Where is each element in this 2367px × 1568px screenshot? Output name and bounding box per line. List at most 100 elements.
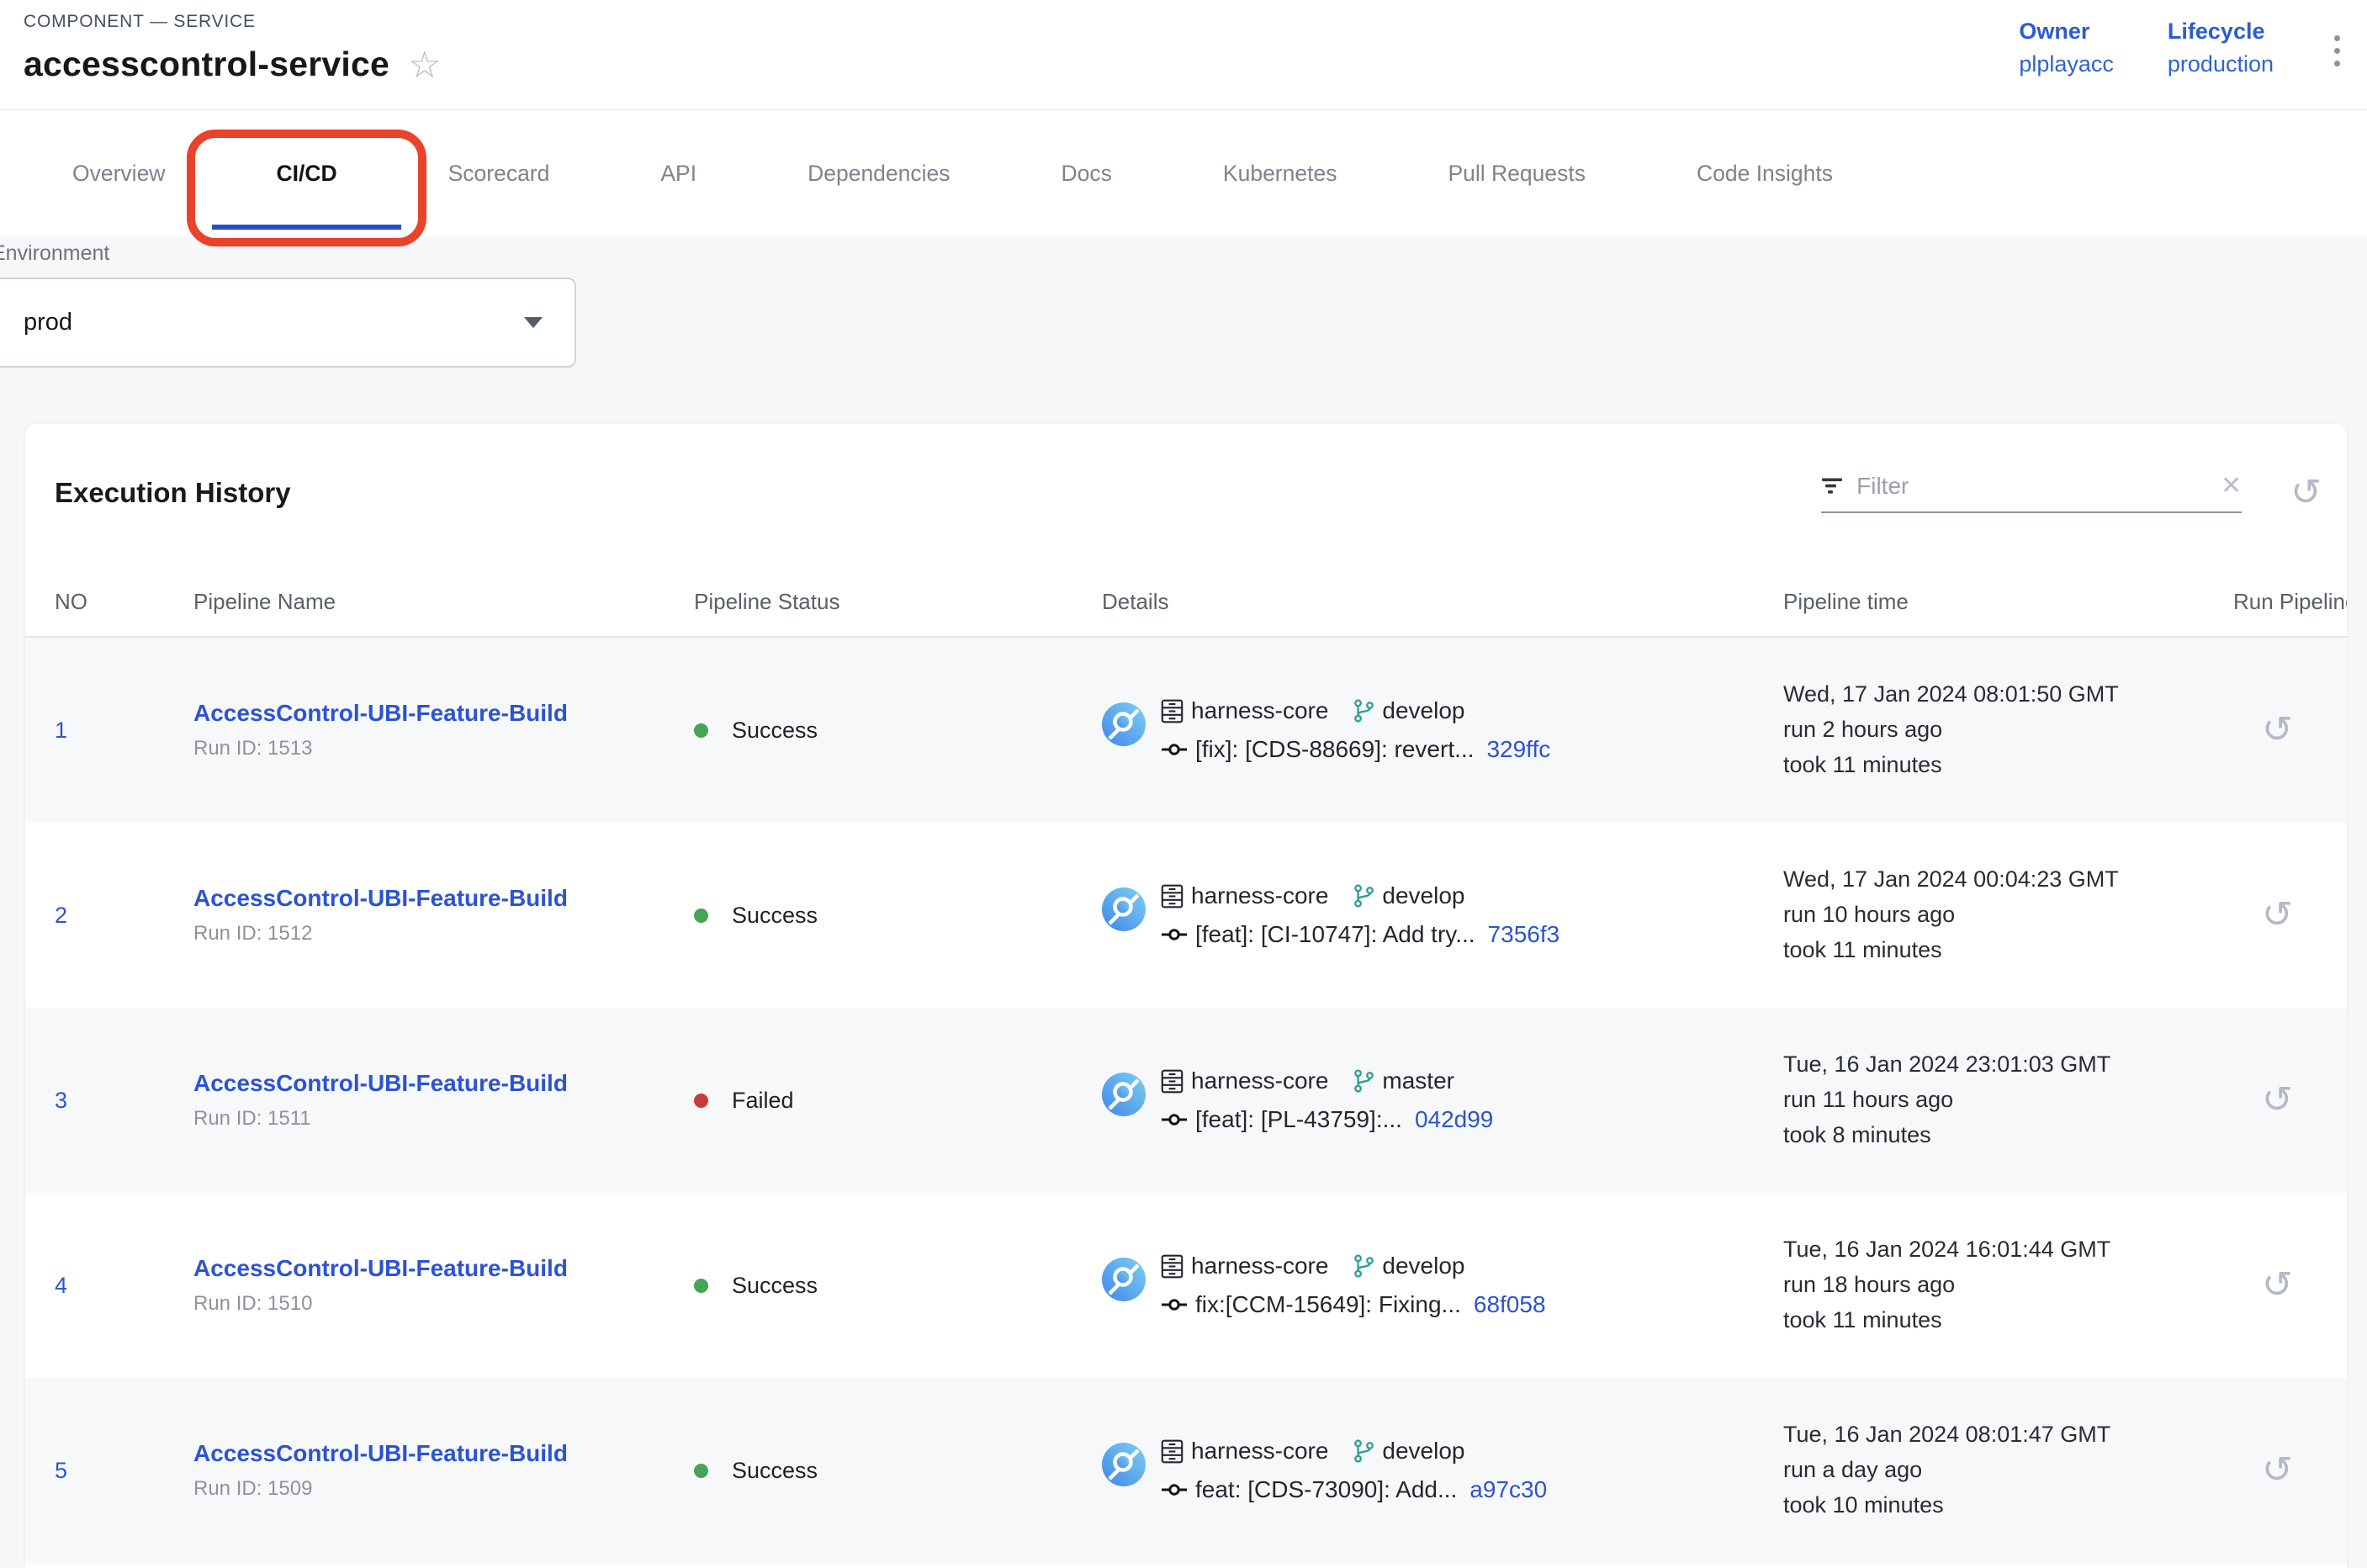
- pipeline-name-link[interactable]: AccessControl-UBI-Feature-Build: [193, 1440, 694, 1467]
- time-line: Tue, 16 Jan 2024 16:01:44 GMT: [1783, 1232, 2233, 1268]
- repo-branch-line: harness-coremaster: [1161, 1067, 1493, 1094]
- repo-branch-line: harness-coredevelop: [1161, 882, 1559, 909]
- tab-label: CI/CD: [276, 161, 336, 187]
- meta-value-link[interactable]: plplayacc: [2019, 51, 2114, 77]
- annotation-highlight-ring: [187, 130, 426, 246]
- commit-line: [feat]: [CI-10747]: Add try... 7356f3: [1161, 921, 1559, 948]
- tab-ci-cd[interactable]: CI/CD: [220, 110, 392, 236]
- tab-scorecard[interactable]: Scorecard: [393, 110, 606, 236]
- filter-field[interactable]: ✕: [1821, 473, 2242, 513]
- time-line: Tue, 16 Jan 2024 08:01:47 GMT: [1783, 1417, 2233, 1453]
- commit-message: [feat]: [CI-10747]: Add try...: [1195, 921, 1475, 948]
- repository-name: harness-core: [1191, 1253, 1328, 1279]
- repository-icon: [1161, 1069, 1184, 1094]
- git-branch-icon: [1353, 1069, 1374, 1093]
- repository-icon: [1161, 1254, 1184, 1279]
- details-lines: harness-coredevelop [feat]: [CI-10747]: A…: [1161, 882, 1559, 948]
- tab-label: Code Insights: [1697, 161, 1833, 187]
- pipeline-name-link[interactable]: AccessControl-UBI-Feature-Build: [193, 700, 694, 727]
- branch-name: develop: [1382, 1438, 1464, 1465]
- time-line: Wed, 17 Jan 2024 00:04:23 GMT: [1783, 862, 2233, 898]
- details-lines: harness-coredevelopfeat: [CDS-73090]: Ad…: [1161, 1438, 1547, 1503]
- overflow-menu-button[interactable]: [2327, 24, 2347, 78]
- tab-overview[interactable]: Overview: [17, 110, 220, 236]
- table-body: 1AccessControl-UBI-Feature-BuildRun ID: …: [25, 638, 2347, 1563]
- status-dot-icon: [694, 1094, 708, 1108]
- tab-pull-requests[interactable]: Pull Requests: [1392, 110, 1641, 236]
- run-id: Run ID: 1512: [193, 922, 694, 946]
- commit-hash-link[interactable]: 7356f3: [1488, 921, 1560, 948]
- cicd-tab-content: Environment prod Execution History ✕ ↺ N…: [0, 236, 2367, 1568]
- pipeline-name-cell: AccessControl-UBI-Feature-BuildRun ID: 1…: [193, 1440, 694, 1501]
- commit-hash-link[interactable]: a97c30: [1469, 1476, 1547, 1503]
- column-header-details: Details: [1102, 588, 1783, 616]
- pipeline-avatar-icon: [1102, 887, 1146, 931]
- run-id: Run ID: 1513: [193, 737, 694, 760]
- tab-label: Scorecard: [448, 161, 550, 187]
- pipeline-name-link[interactable]: AccessControl-UBI-Feature-Build: [193, 1070, 694, 1097]
- pipeline-name-cell: AccessControl-UBI-Feature-Build Run ID: 1…: [193, 700, 694, 760]
- entity-meta: OwnerplplayaccLifecycleproduction: [2019, 19, 2274, 77]
- favorite-star-icon[interactable]: ☆: [408, 47, 441, 84]
- tab-api[interactable]: API: [605, 110, 752, 236]
- time-line: run a day ago: [1783, 1453, 2233, 1488]
- table-row: 4AccessControl-UBI-Feature-BuildRun ID: …: [25, 1193, 2347, 1378]
- panel-title: Execution History: [55, 477, 291, 509]
- run-pipeline-button[interactable]: ↺: [2262, 1452, 2293, 1489]
- row-number[interactable]: 1: [55, 718, 193, 744]
- table-row: 3AccessControl-UBI-Feature-BuildRun ID: …: [25, 1008, 2347, 1193]
- run-pipeline-button[interactable]: ↺: [2262, 1082, 2293, 1119]
- git-commit-icon: [1161, 1481, 1188, 1499]
- run-pipeline-button[interactable]: ↺: [2262, 1267, 2293, 1304]
- refresh-button[interactable]: ↺: [2290, 474, 2322, 511]
- environment-selected-value: prod: [24, 309, 72, 336]
- run-pipeline-button[interactable]: ↺: [2262, 897, 2293, 934]
- meta-label: Owner: [2019, 19, 2114, 45]
- run-pipeline-cell: ↺: [2233, 1267, 2347, 1304]
- repository-icon: [1161, 699, 1184, 723]
- status-dot-icon: [694, 723, 708, 738]
- commit-line: fix:[CCM-15649]: Fixing...68f058: [1161, 1291, 1546, 1318]
- row-number[interactable]: 4: [55, 1273, 193, 1299]
- table-header-row: NOPipeline NamePipeline StatusDetailsPip…: [25, 567, 2347, 638]
- run-pipeline-button[interactable]: ↺: [2262, 712, 2293, 749]
- git-branch-icon: [1353, 1439, 1374, 1463]
- tab-code-insights[interactable]: Code Insights: [1641, 110, 1888, 236]
- row-number[interactable]: 5: [55, 1458, 193, 1484]
- time-line: run 10 hours ago: [1783, 898, 2233, 933]
- details-lines: harness-coredevelop[fix]: [CDS-88669]: r…: [1161, 697, 1550, 763]
- meta-value-link[interactable]: production: [2168, 51, 2274, 77]
- tab-label: Overview: [72, 161, 165, 187]
- row-number[interactable]: 2: [55, 903, 193, 929]
- commit-hash-link[interactable]: 68f058: [1474, 1291, 1546, 1318]
- row-number[interactable]: 3: [55, 1088, 193, 1114]
- branch-name: develop: [1382, 882, 1464, 909]
- filter-input[interactable]: [1856, 473, 2207, 500]
- git-branch-icon: [1353, 884, 1374, 908]
- pipeline-status-cell: Success: [694, 1273, 1102, 1299]
- commit-message: [feat]: [PL-43759]:...: [1195, 1106, 1402, 1133]
- pipeline-name-link[interactable]: AccessControl-UBI-Feature-Build: [193, 885, 694, 912]
- commit-hash-link[interactable]: 042d99: [1415, 1106, 1493, 1133]
- run-pipeline-cell: ↺: [2233, 712, 2347, 749]
- clear-filter-icon[interactable]: ✕: [2221, 474, 2242, 499]
- details-cell: harness-coredevelop fix:[CCM-15649]: Fixi…: [1102, 1253, 1783, 1318]
- entity-kind-breadcrumb: COMPONENT — SERVICE: [24, 12, 441, 32]
- status-text: Success: [732, 903, 818, 929]
- tab-dependencies[interactable]: Dependencies: [752, 110, 1005, 236]
- tab-kubernetes[interactable]: Kubernetes: [1168, 110, 1393, 236]
- tab-label: Pull Requests: [1448, 161, 1586, 187]
- repository-name: harness-core: [1191, 1067, 1328, 1094]
- time-line: took 8 minutes: [1783, 1118, 2233, 1153]
- environment-select[interactable]: prod: [0, 278, 576, 368]
- kebab-dot: [2334, 48, 2340, 54]
- environment-label: Environment: [0, 241, 2367, 266]
- table-row: 5AccessControl-UBI-Feature-BuildRun ID: …: [25, 1378, 2347, 1563]
- pipeline-name-link[interactable]: AccessControl-UBI-Feature-Build: [193, 1255, 694, 1282]
- pipeline-time-cell: Tue, 16 Jan 2024 16:01:44 GMTrun 18 hour…: [1783, 1232, 2233, 1338]
- pipeline-name-cell: AccessControl-UBI-Feature-Build Run ID: 1…: [193, 885, 694, 946]
- tab-docs[interactable]: Docs: [1006, 110, 1168, 236]
- repo-branch-line: harness-coredevelop: [1161, 1253, 1546, 1279]
- branch-name: develop: [1382, 697, 1464, 724]
- commit-hash-link[interactable]: 329ffc: [1486, 736, 1550, 763]
